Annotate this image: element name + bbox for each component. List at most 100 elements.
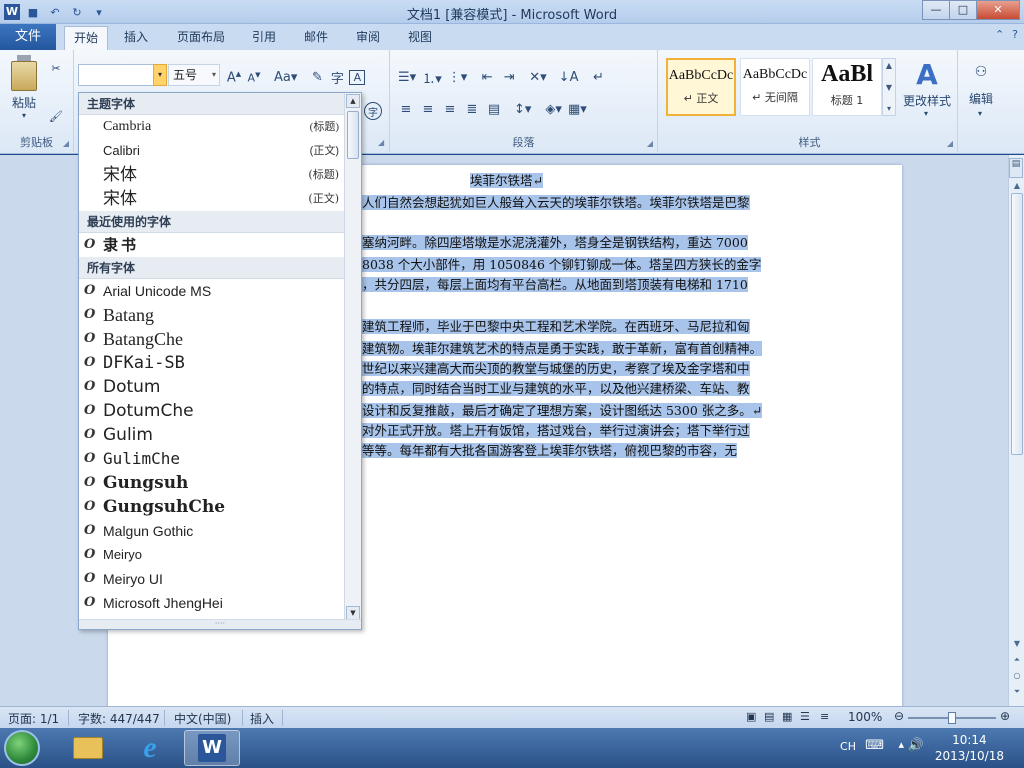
zoom-slider[interactable]: ⊖ ⊕ — [894, 709, 1010, 724]
word-count[interactable]: 字数: 447/447 — [78, 710, 160, 727]
align-right-icon[interactable]: ≡ — [442, 102, 458, 117]
vertical-scrollbar[interactable]: ▲ ▼ ⏶ ○ ⏷ — [1008, 155, 1024, 706]
outline-view-icon[interactable]: ☰ — [800, 710, 810, 723]
draft-view-icon[interactable]: ≡ — [820, 710, 829, 723]
font-item-gungsuhche[interactable]: O GungsuhChe — [79, 495, 361, 519]
paragraph-launcher-icon[interactable]: ◢ — [647, 139, 653, 148]
volume-icon[interactable]: 🔊 — [908, 738, 924, 753]
zoom-out-icon[interactable]: ⊖ — [894, 709, 904, 723]
multilevel-list-icon[interactable]: ⋮▾ — [448, 70, 468, 85]
tab-review[interactable]: 审阅 — [346, 26, 390, 50]
language-indicator[interactable]: 中文(中国) — [174, 710, 231, 727]
keyboard-icon[interactable]: ⌨ — [865, 738, 884, 753]
document-line[interactable]: 建筑工程师，毕业于巴黎中央工程和艺术学院。在西班牙、马尼拉和匈 — [362, 317, 750, 337]
tab-insert[interactable]: 插入 — [114, 26, 158, 50]
show-marks-icon[interactable]: ↵ — [590, 70, 606, 85]
font-item-songti-body[interactable]: 宋体 (正文) — [79, 187, 361, 211]
document-line[interactable]: 等等。每年都有大批各国游客登上埃菲尔铁塔，俯视巴黎的市容，无 — [362, 441, 738, 461]
scroll-down-icon[interactable]: ▼ — [1009, 639, 1024, 653]
gallery-down-icon[interactable]: ▼ — [886, 83, 892, 92]
distributed-icon[interactable]: ▤ — [486, 102, 502, 117]
font-size-select[interactable]: 五号 ▾ — [168, 64, 220, 86]
style-heading-1[interactable]: AaBl 标题 1 — [812, 58, 882, 116]
change-styles-dropdown-icon[interactable]: ▾ — [920, 108, 932, 118]
style-normal[interactable]: AaBbCcDc ↵ 正文 — [666, 58, 736, 116]
next-page-icon[interactable]: ⏷ — [1009, 687, 1024, 701]
phonetic-guide-icon[interactable]: 字 — [329, 68, 345, 87]
font-item-gulim[interactable]: O Gulim — [79, 423, 361, 447]
borders-icon[interactable]: ▦▾ — [568, 102, 587, 117]
change-case-icon[interactable]: Aa▾ — [274, 70, 297, 85]
chinese-layout-icon[interactable]: ✕▾ — [529, 70, 546, 85]
bullets-icon[interactable]: ☰▾ — [398, 70, 416, 85]
tab-home[interactable]: 开始 — [64, 26, 108, 50]
shading-icon[interactable]: ◈▾ — [545, 102, 562, 117]
start-button[interactable] — [4, 730, 40, 766]
font-item-dfkai[interactable]: O DFKai-SB — [79, 351, 361, 375]
decrease-indent-icon[interactable]: ⇤ — [479, 70, 495, 85]
styles-gallery-scroll[interactable]: ▲ ▼ ▾ — [882, 58, 896, 116]
change-styles-icon[interactable]: A — [904, 58, 950, 91]
tab-page-layout[interactable]: 页面布局 — [166, 26, 236, 50]
shrink-font-icon[interactable]: A▼ — [246, 71, 262, 85]
tab-view[interactable]: 视图 — [398, 26, 442, 50]
zoom-level[interactable]: 100% — [848, 710, 882, 724]
paste-button[interactable]: 粘贴 — [6, 94, 42, 110]
document-line[interactable]: ，共分四层，每层上面均有平台高栏。从地面到塔顶装有电梯和 1710 — [362, 275, 748, 295]
clock[interactable]: 10:14 2013/10/18 — [935, 732, 1004, 764]
line-spacing-icon[interactable]: ↕▾ — [514, 102, 531, 117]
font-item-batangche[interactable]: O BatangChe — [79, 327, 361, 351]
font-item-gulimche[interactable]: O GulimChe — [79, 447, 361, 471]
font-scroll-up-icon[interactable]: ▲ — [346, 94, 360, 108]
clipboard-launcher-icon[interactable]: ◢ — [63, 139, 69, 148]
find-binoculars-icon[interactable]: ⚇ — [966, 60, 996, 84]
font-item-cambria[interactable]: Cambria (标题) — [79, 115, 361, 139]
gallery-up-icon[interactable]: ▲ — [886, 61, 892, 70]
editing-dropdown-icon[interactable]: ▾ — [974, 108, 986, 118]
insert-mode[interactable]: 插入 — [250, 710, 274, 727]
font-item-meiryo[interactable]: O Meiryo — [79, 543, 361, 567]
font-item-microsoft-jhenghei[interactable]: O Microsoft JhengHei — [79, 591, 361, 615]
font-scroll-thumb[interactable] — [347, 111, 359, 159]
print-layout-icon[interactable]: ▣ — [746, 710, 756, 723]
maximize-button[interactable]: □ — [949, 0, 977, 20]
word-taskbar-button[interactable]: W — [184, 730, 240, 766]
increase-indent-icon[interactable]: ⇥ — [501, 70, 517, 85]
change-styles-button[interactable]: 更改样式 — [900, 92, 954, 108]
document-title-line[interactable]: 埃菲尔铁塔↵ — [470, 171, 543, 191]
close-button[interactable]: ✕ — [976, 0, 1020, 20]
font-item-calibri[interactable]: Calibri (正文) — [79, 139, 361, 163]
font-scroll-down-icon[interactable]: ▼ — [346, 606, 360, 620]
font-item-gungsuh[interactable]: O Gungsuh — [79, 471, 361, 495]
paste-icon[interactable] — [8, 54, 40, 92]
document-line[interactable]: 塞纳河畔。除四座塔墩是水泥浇灌外，塔身全是钢铁结构，重达 7000 — [362, 233, 748, 253]
numbering-icon[interactable]: ⒈▾ — [422, 68, 442, 87]
editing-button[interactable]: 编辑 — [962, 90, 1000, 106]
align-center-icon[interactable]: ≡ — [420, 102, 436, 117]
document-line[interactable]: 8038 个大小部件，用 1050846 个铆钉铆成一体。塔呈四方狭长的金字 — [362, 255, 762, 275]
align-left-icon[interactable]: ≡ — [398, 102, 414, 117]
font-item-malgun-gothic[interactable]: O Malgun Gothic — [79, 519, 361, 543]
font-item-meiryo-ui[interactable]: O Meiryo UI — [79, 567, 361, 591]
font-name-dropdown-icon[interactable]: ▾ — [153, 64, 167, 86]
clear-formatting-icon[interactable]: ✎ — [309, 70, 325, 85]
browse-object-icon[interactable]: ○ — [1009, 671, 1024, 685]
scroll-thumb[interactable] — [1011, 193, 1023, 455]
tab-mailings[interactable]: 邮件 — [294, 26, 338, 50]
resize-grip-icon[interactable]: ···· — [79, 619, 361, 629]
full-screen-reading-icon[interactable]: ▤ — [764, 710, 774, 723]
tray-expand-icon[interactable]: ▴ — [898, 738, 904, 751]
prev-page-icon[interactable]: ⏶ — [1009, 655, 1024, 669]
zoom-in-icon[interactable]: ⊕ — [1000, 709, 1010, 723]
font-item-arial-unicode[interactable]: O Arial Unicode MS — [79, 279, 361, 303]
font-item-lishu[interactable]: O 隶书 — [79, 233, 361, 257]
tab-file[interactable]: 文件 — [0, 24, 56, 50]
font-size-dropdown-icon[interactable]: ▾ — [212, 65, 216, 85]
gallery-more-icon[interactable]: ▾ — [887, 104, 891, 113]
styles-launcher-icon[interactable]: ◢ — [947, 139, 953, 148]
enclose-characters-icon[interactable]: 字 — [364, 102, 382, 120]
ie-taskbar-button[interactable]: e — [122, 730, 178, 766]
minimize-button[interactable]: — — [922, 0, 950, 20]
justify-icon[interactable]: ≣ — [464, 102, 480, 117]
document-line[interactable]: 世纪以来兴建高大而尖顶的教堂与城堡的历史，考察了埃及金字塔和中 — [362, 359, 750, 379]
